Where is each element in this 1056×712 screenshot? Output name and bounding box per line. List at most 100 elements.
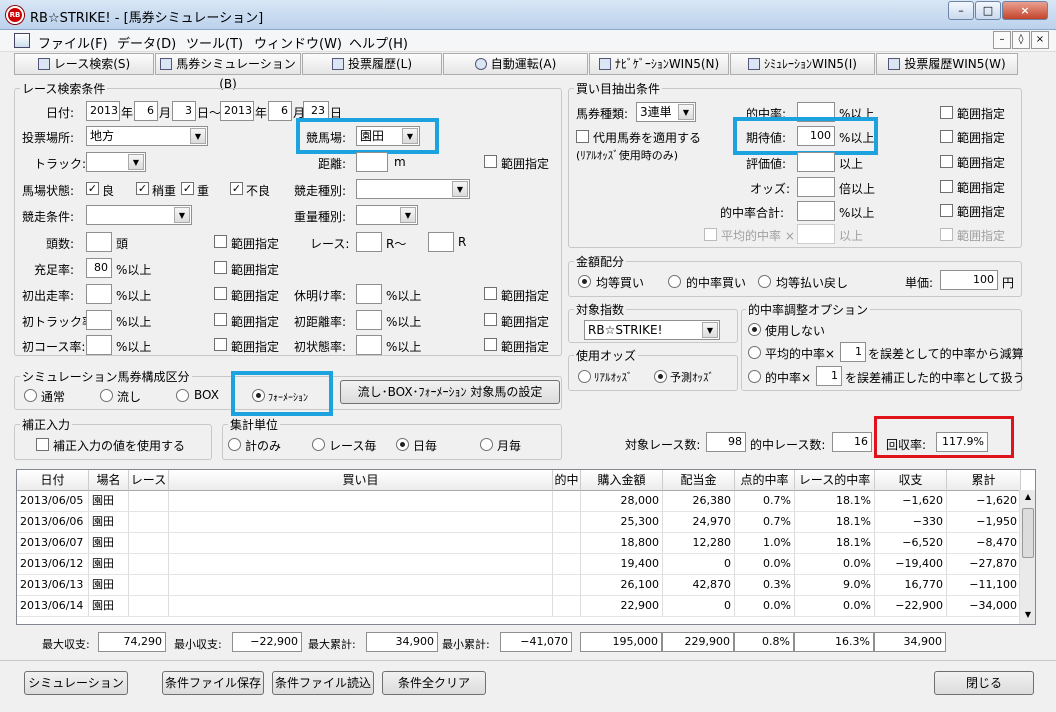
hit-range-checkbox[interactable] [940,106,953,119]
col-bets[interactable]: 買い目 [169,470,553,491]
table-row[interactable]: 2013/06/06 園田 25,300 24,970 0.7% 18.1% −330 −1,… [17,512,1021,533]
document-icon[interactable] [14,33,30,48]
venue-select[interactable]: 地方 ▼ [86,126,208,146]
fill-range-checkbox[interactable] [214,261,227,274]
ticket-type-select[interactable]: 3連単 ▼ [636,102,696,122]
results-table[interactable]: 日付 場名 レース 買い目 的中 購入金額 配当金 点的中率 レース的中率 収支… [16,469,1036,625]
mdi-close-button[interactable]: × [1031,31,1049,49]
col-payout[interactable]: 配当金 [663,470,735,491]
nagashi-radio[interactable] [100,389,113,402]
per-race-radio[interactable] [312,438,325,451]
menu-window[interactable]: ウィンドウ(W) [254,33,342,52]
col-date[interactable]: 日付 [17,470,89,491]
odds-range-checkbox[interactable] [940,180,953,193]
hit-correct-radio[interactable] [748,370,761,383]
menu-file[interactable]: ファイル(F) [38,33,108,52]
tab-vote-history[interactable]: 投票履歴(L) [302,53,442,75]
tab-vote-history-win5[interactable]: 投票履歴WIN5(W) [876,53,1018,75]
load-conditions-button[interactable]: 条件ファイル読込 [272,671,374,695]
distance-range-checkbox[interactable] [484,155,497,168]
mdi-minimize-button[interactable]: – [993,31,1011,49]
simulate-button[interactable]: シミュレーション [24,671,128,695]
no-adjust-radio[interactable] [748,323,761,336]
menu-tools[interactable]: ツール(T) [186,33,243,52]
maximize-button[interactable]: □ [975,1,1001,20]
race-from-input[interactable] [356,232,382,252]
per-month-radio[interactable] [480,438,493,451]
hit-rate-buy-radio[interactable] [668,275,681,288]
save-conditions-button[interactable]: 条件ファイル保存 [162,671,264,695]
cond-bad-checkbox[interactable]: ✓ [230,182,243,195]
first-run-input[interactable] [86,284,112,304]
table-scrollbar[interactable]: ▲ ▼ [1019,490,1035,624]
first-course-range-checkbox[interactable] [214,338,227,351]
distance-input[interactable] [356,152,388,172]
table-row[interactable]: 2013/06/12 園田 19,400 0 0.0% 0.0% −19,400 −27,87… [17,554,1021,575]
col-balance[interactable]: 収支 [875,470,947,491]
col-cumulative[interactable]: 累計 [947,470,1021,491]
expected-value-input[interactable]: 100 [797,126,835,146]
evaluation-input[interactable] [797,152,835,172]
use-correction-checkbox[interactable] [36,438,49,451]
clear-conditions-button[interactable]: 条件全クリア [382,671,486,695]
mdi-restore-button[interactable]: ◊ [1012,31,1030,49]
rest-range-checkbox[interactable] [484,287,497,300]
cond-heavy-checkbox[interactable]: ✓ [181,182,194,195]
close-window-button[interactable]: × [1002,1,1048,20]
start-month-input[interactable]: 6 [134,101,158,121]
avg-hit-input[interactable] [797,224,835,244]
scroll-down-icon[interactable]: ▼ [1022,610,1034,622]
end-year-input[interactable]: 2013 [220,101,254,121]
first-course-input[interactable] [86,335,112,355]
first-state-input[interactable] [356,335,382,355]
first-state-range-checkbox[interactable] [484,338,497,351]
hit-sum-range-checkbox[interactable] [940,204,953,217]
start-day-input[interactable]: 3 [172,101,196,121]
table-row[interactable]: 2013/06/07 園田 18,800 12,280 1.0% 18.1% −6,520−… [17,533,1021,554]
first-track-input[interactable] [86,310,112,330]
col-venue[interactable]: 場名 [89,470,129,491]
avg-subtract-radio[interactable] [748,346,761,359]
equal-buy-radio[interactable] [578,275,591,288]
tab-race-search[interactable]: レース検索(S) [14,53,154,75]
tab-simulation-win5[interactable]: ｼﾐｭﾚｰｼｮﾝWIN5(I) [730,53,875,75]
course-select[interactable]: 園田 ▼ [356,126,420,146]
fill-rate-input[interactable]: 80 [86,258,112,278]
tab-navigation-win5[interactable]: ﾅﾋﾞｹﾞｰｼｮﾝWIN5(N) [589,53,729,75]
weight-type-select[interactable]: ▼ [356,205,418,225]
start-year-input[interactable]: 2013 [86,101,120,121]
table-row[interactable]: 2013/06/14 園田 22,900 0 0.0% 0.0% −22,900 −34,00… [17,596,1021,617]
rest-rate-input[interactable] [356,284,382,304]
equal-payout-radio[interactable] [758,275,771,288]
heads-input[interactable] [86,232,112,252]
track-select[interactable]: ▼ [86,152,146,172]
target-index-select[interactable]: RB☆STRIKE! ▼ [584,320,720,340]
close-button[interactable]: 閉じる [934,671,1034,695]
heads-range-checkbox[interactable] [214,235,227,248]
col-point-hit[interactable]: 点的中率 [735,470,795,491]
target-horse-settings-button[interactable]: 流し･BOX･ﾌｫｰﾒｰｼｮﾝ 対象馬の設定 [340,380,560,404]
cond-slightly-heavy-checkbox[interactable]: ✓ [136,182,149,195]
col-hit[interactable]: 的中 [553,470,581,491]
first-run-range-checkbox[interactable] [214,287,227,300]
predicted-odds-radio[interactable] [654,370,667,383]
exp-range-checkbox[interactable] [940,130,953,143]
normal-radio[interactable] [24,389,37,402]
avg-subtract-input[interactable]: 1 [840,342,866,362]
hit-correct-input[interactable]: 1 [816,366,842,386]
avg-hit-checkbox[interactable] [704,228,717,241]
tab-ticket-simulation[interactable]: 馬券シミュレーション(B) [155,53,301,91]
per-day-radio[interactable] [396,438,409,451]
minimize-button[interactable]: – [948,1,974,20]
menu-help[interactable]: ヘルプ(H) [349,33,408,52]
table-row[interactable]: 2013/06/13 園田 26,100 42,870 0.3% 9.0% 16,770 −1… [17,575,1021,596]
menu-data[interactable]: データ(D) [117,33,176,52]
end-month-input[interactable]: 6 [268,101,292,121]
avg-range-checkbox[interactable] [940,228,953,241]
box-radio[interactable] [176,389,189,402]
col-race[interactable]: レース [129,470,169,491]
formation-radio[interactable] [252,389,265,402]
scroll-thumb[interactable] [1022,508,1034,558]
race-to-input[interactable] [428,232,454,252]
col-purchase[interactable]: 購入金額 [581,470,663,491]
